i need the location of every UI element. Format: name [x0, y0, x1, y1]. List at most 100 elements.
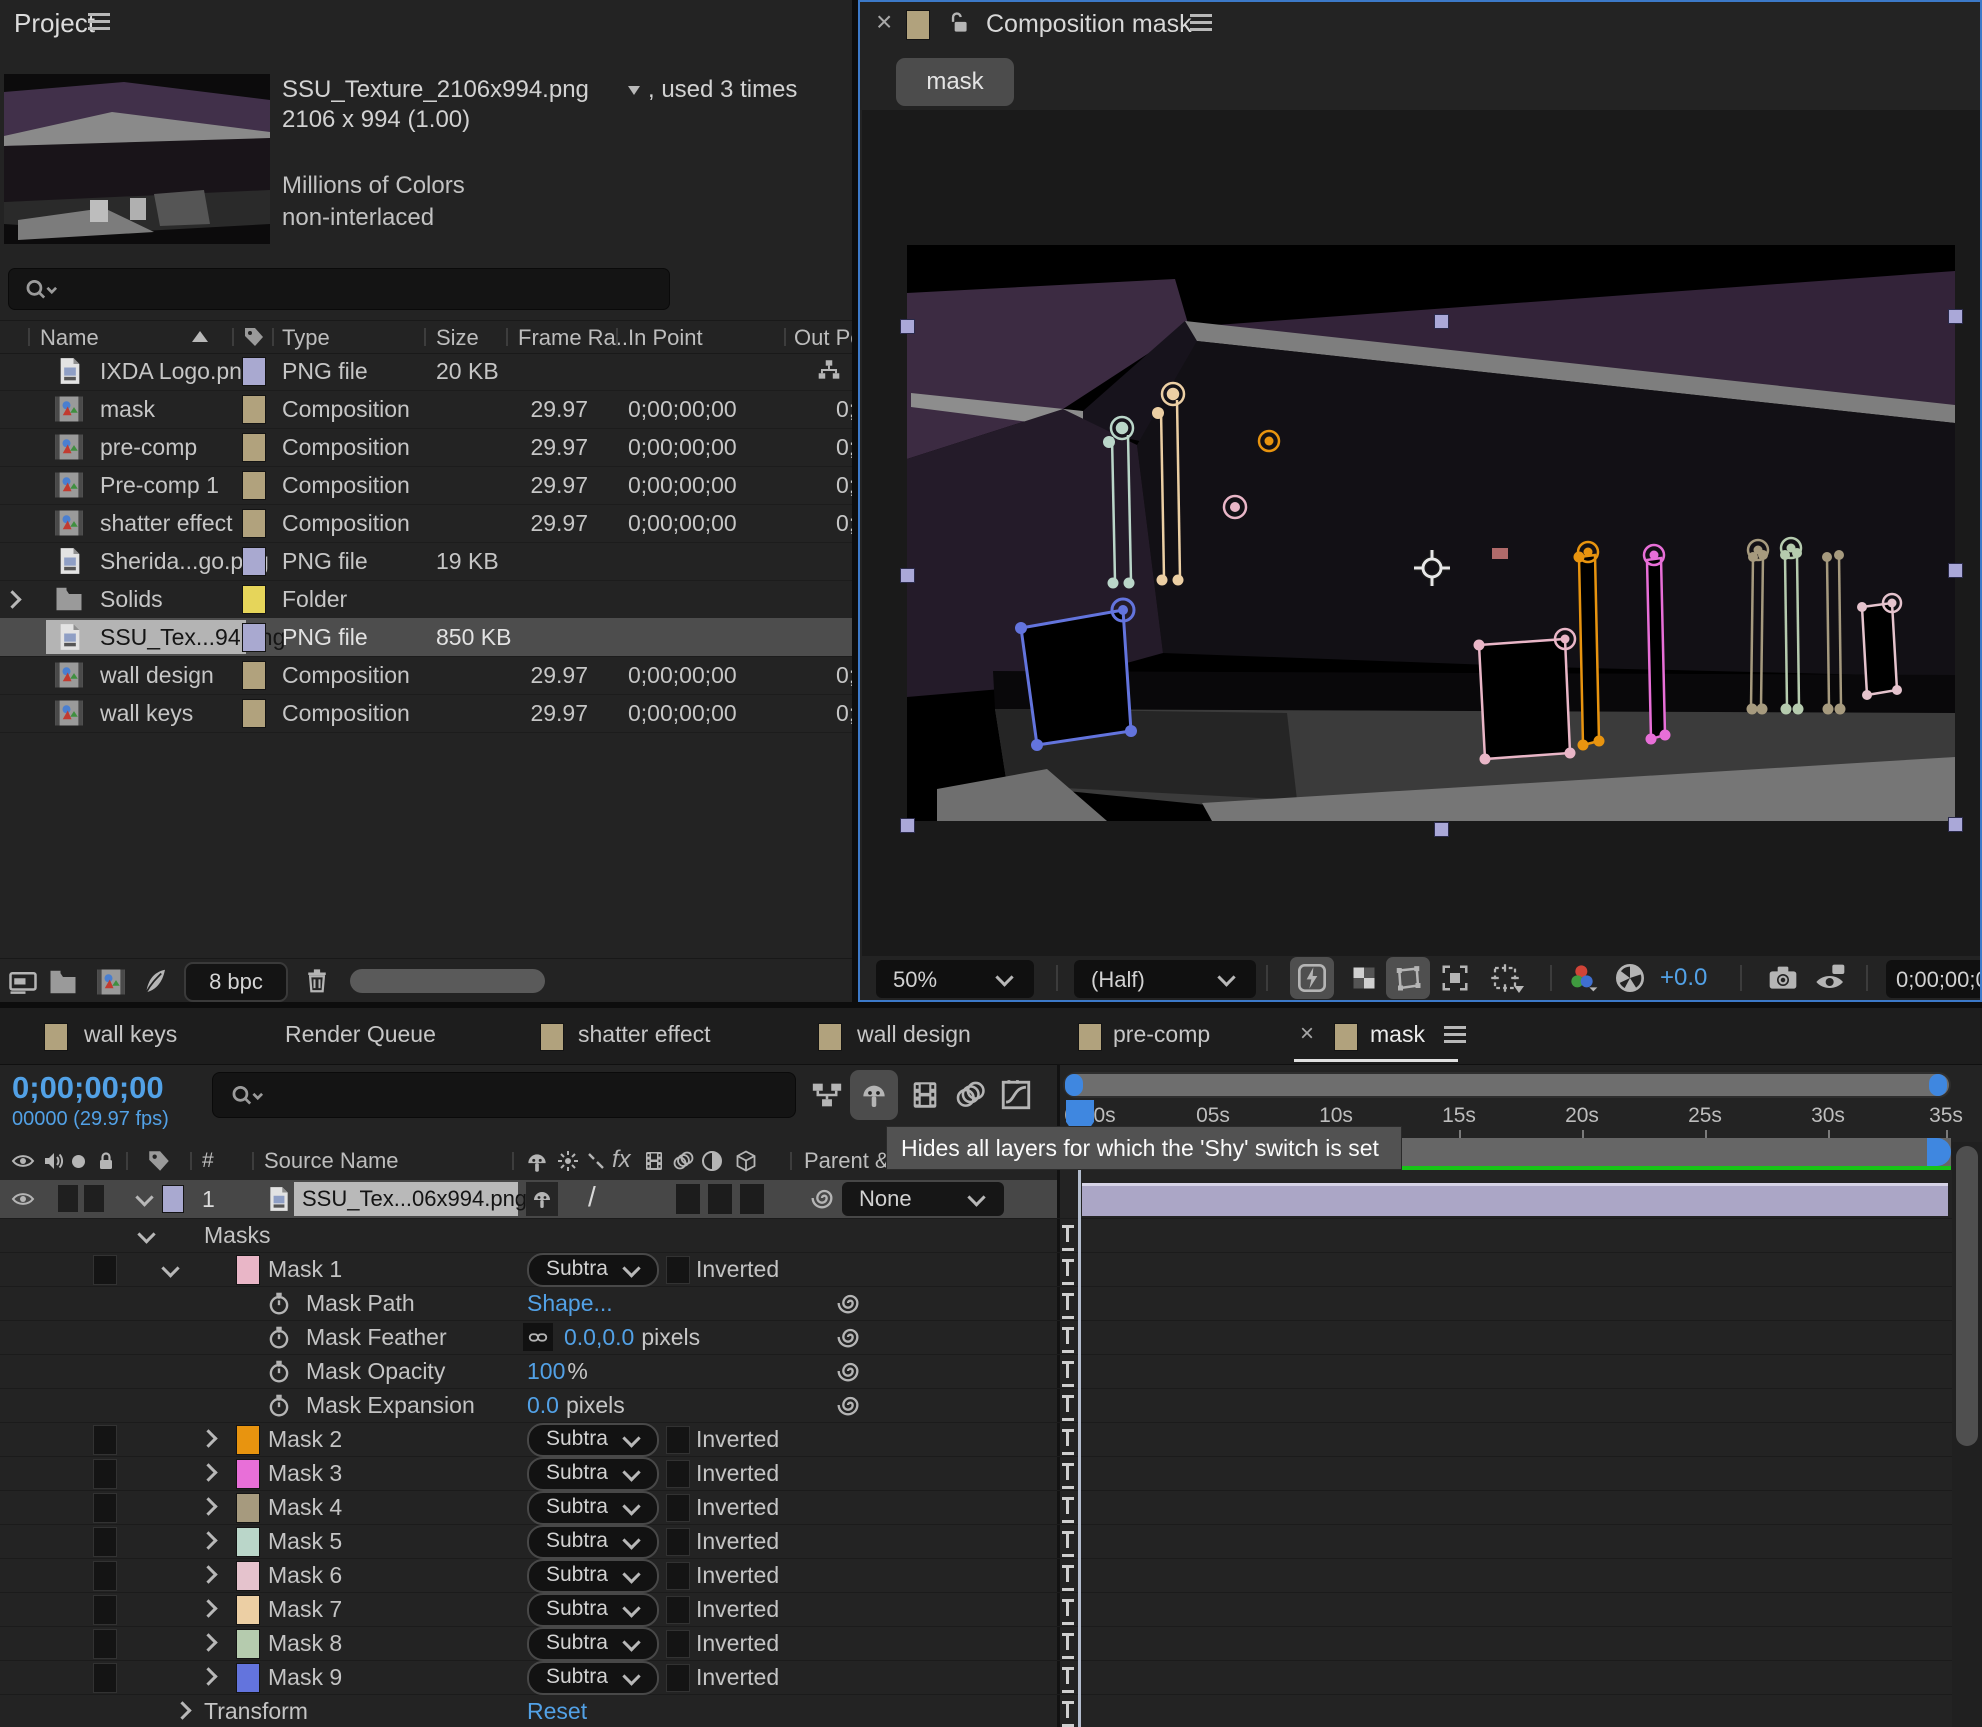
project-row[interactable]: Pre-comp 1 Composition 29.97 0;00;00;00 …: [0, 466, 852, 505]
frame-blend-icon[interactable]: [642, 1149, 666, 1173]
mask-inverted-checkbox[interactable]: [666, 1562, 690, 1590]
mask-video-box[interactable]: [93, 1663, 117, 1693]
label-column-tag-icon[interactable]: [146, 1148, 172, 1174]
column-layer-index[interactable]: #: [202, 1149, 214, 1173]
solo-icon[interactable]: [72, 1155, 85, 1168]
comp-panel-menu-icon[interactable]: [1190, 14, 1212, 17]
mask-expand-chevron[interactable]: [199, 1463, 217, 1481]
transform-expand-chevron[interactable]: [173, 1701, 191, 1719]
time-navigator-bar[interactable]: [1065, 1074, 1949, 1096]
mask-name[interactable]: Mask 1: [268, 1256, 342, 1283]
item-name[interactable]: Solids: [100, 586, 163, 613]
resolution-dropdown[interactable]: (Half): [1074, 960, 1256, 998]
item-name[interactable]: wall keys: [100, 700, 193, 727]
project-row[interactable]: pre-comp Composition 29.97 0;00;00;00 0;: [0, 428, 852, 467]
time-navigator-track[interactable]: [1063, 1072, 1951, 1098]
item-name[interactable]: pre-comp: [100, 434, 197, 461]
property-label[interactable]: Mask Path: [306, 1290, 415, 1317]
mask-row-2[interactable]: Mask 2 Subtra Inverted: [0, 1422, 1982, 1457]
footage-preview-thumbnail[interactable]: [4, 74, 270, 244]
footage-name-dropdown-icon[interactable]: [628, 86, 640, 95]
mask-expansion-row[interactable]: Mask Expansion 0.0pixels: [0, 1388, 1982, 1423]
mask-name[interactable]: Mask 4: [268, 1494, 342, 1521]
mask-path-row[interactable]: Mask Path Shape...: [0, 1286, 1982, 1321]
mask-inverted-checkbox[interactable]: [666, 1528, 690, 1556]
project-row[interactable]: mask Composition 29.97 0;00;00;00 0;: [0, 390, 852, 429]
mask-outlines-overlay[interactable]: [907, 245, 1955, 821]
label-swatch[interactable]: [242, 509, 266, 538]
mask-inverted-checkbox[interactable]: [666, 1460, 690, 1488]
mask-mode-dropdown[interactable]: Subtra: [527, 1457, 659, 1491]
mask-video-box[interactable]: [93, 1561, 117, 1591]
mask-expand-chevron[interactable]: [199, 1667, 217, 1685]
label-swatch[interactable]: [242, 585, 266, 614]
mask-name[interactable]: Mask 8: [268, 1630, 342, 1657]
tab-close-button[interactable]: ×: [1300, 1020, 1314, 1048]
label-swatch[interactable]: [242, 623, 266, 652]
transform-row[interactable]: Transform Reset: [0, 1694, 1982, 1727]
mask-row-9[interactable]: Mask 9 Subtra Inverted: [0, 1660, 1982, 1695]
mask-row-4[interactable]: Mask 4 Subtra Inverted: [0, 1490, 1982, 1525]
audio-speaker-icon[interactable]: [40, 1149, 66, 1173]
mask-row-6[interactable]: Mask 6 Subtra Inverted: [0, 1558, 1982, 1593]
parent-pick-whip-icon[interactable]: [808, 1184, 836, 1212]
mask-color-swatch[interactable]: [236, 1255, 260, 1285]
property-value[interactable]: 0.0: [527, 1392, 559, 1419]
mask-name[interactable]: Mask 3: [268, 1460, 342, 1487]
mask-video-box[interactable]: [93, 1595, 117, 1625]
mask-mode-dropdown[interactable]: Subtra: [527, 1593, 659, 1627]
project-row[interactable]: Sherida...go.png PNG file 19 KB: [0, 542, 852, 581]
expression-pick-whip-icon[interactable]: [834, 1357, 862, 1385]
effects-fx-icon[interactable]: fx: [612, 1146, 631, 1174]
mask-video-box[interactable]: [93, 1493, 117, 1523]
viewport-mask-green[interactable]: [1103, 417, 1135, 589]
stopwatch-icon[interactable]: [266, 1392, 292, 1418]
show-snapshot-icon[interactable]: [1814, 962, 1848, 994]
layer-label-swatch[interactable]: [162, 1185, 184, 1213]
property-label[interactable]: Mask Opacity: [306, 1358, 445, 1385]
dimension-link-box[interactable]: [523, 1323, 553, 1351]
magnification-dropdown[interactable]: 50%: [876, 960, 1034, 998]
audio-toggle-box[interactable]: [58, 1185, 78, 1212]
mask-video-box[interactable]: [93, 1459, 117, 1489]
mask-row-5[interactable]: Mask 5 Subtra Inverted: [0, 1524, 1982, 1559]
new-composition-icon[interactable]: [96, 966, 126, 998]
mask-inverted-checkbox[interactable]: [666, 1664, 690, 1692]
layer-quality-icon[interactable]: /: [588, 1181, 596, 1213]
mask-color-swatch[interactable]: [236, 1629, 260, 1659]
item-name[interactable]: mask: [100, 396, 155, 423]
render-engine-icon[interactable]: [140, 966, 170, 996]
mask-name[interactable]: Mask 6: [268, 1562, 342, 1589]
switch-box[interactable]: [708, 1184, 732, 1214]
property-label[interactable]: Mask Expansion: [306, 1392, 475, 1419]
column-source-name[interactable]: Source Name: [264, 1148, 399, 1174]
mask-expand-chevron[interactable]: [199, 1633, 217, 1651]
mask-row-3[interactable]: Mask 3 Subtra Inverted: [0, 1456, 1982, 1491]
fast-previews-button[interactable]: [1290, 957, 1334, 999]
search-icon[interactable]: [19, 277, 65, 303]
switch-box[interactable]: [676, 1184, 700, 1214]
mask-expand-chevron[interactable]: [199, 1497, 217, 1515]
mask-mode-dropdown[interactable]: Subtra: [527, 1253, 659, 1287]
item-name[interactable]: IXDA Logo.png: [100, 358, 255, 385]
layer-handle[interactable]: [900, 319, 915, 334]
label-swatch[interactable]: [242, 395, 266, 424]
mask-color-swatch[interactable]: [236, 1493, 260, 1523]
viewport-mask-peach[interactable]: [1152, 383, 1184, 586]
bit-depth-button[interactable]: 8 bpc: [184, 962, 288, 1002]
solo-toggle-box[interactable]: [84, 1185, 104, 1212]
motion-blur-icon[interactable]: [952, 1078, 988, 1112]
timeline-tab-wall-keys[interactable]: wall keys: [84, 1021, 177, 1048]
snapshot-camera-icon[interactable]: [1766, 962, 1800, 994]
shy-column-icon[interactable]: [524, 1149, 550, 1175]
label-swatch[interactable]: [242, 357, 266, 386]
mask-inverted-checkbox[interactable]: [666, 1256, 690, 1284]
mask-visibility-button[interactable]: [1386, 957, 1430, 999]
mask-name[interactable]: Mask 2: [268, 1426, 342, 1453]
viewport-mask-pink[interactable]: [1224, 496, 1576, 765]
property-label[interactable]: Mask Feather: [306, 1324, 447, 1351]
viewport-mask-magenta[interactable]: [1644, 545, 1671, 745]
timeline-tab-shatter-effect[interactable]: shatter effect: [578, 1021, 711, 1048]
mask-expand-chevron[interactable]: [199, 1429, 217, 1447]
delete-item-trash-icon[interactable]: [302, 964, 332, 996]
